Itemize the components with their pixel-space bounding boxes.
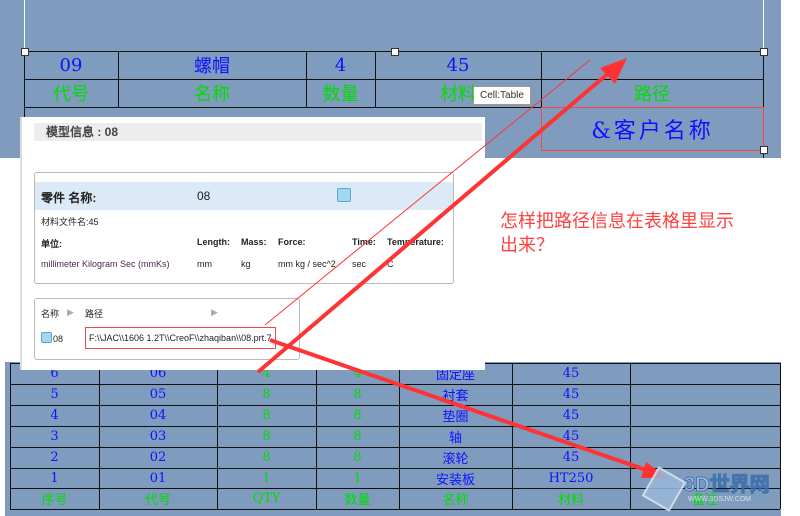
watermark-text: 3D世界网 xyxy=(684,474,771,497)
thin-line xyxy=(264,59,591,326)
arrowhead-icon xyxy=(600,58,627,84)
arrow-to-cell xyxy=(256,68,614,374)
arrow-to-bom xyxy=(269,338,653,474)
watermark-logo: 3D世界网 WWW.3DSJW.COM xyxy=(641,466,788,512)
watermark-url: WWW.3DSJW.COM xyxy=(688,496,751,503)
cube-logo-icon xyxy=(641,466,687,512)
annotation-arrows xyxy=(256,58,668,478)
